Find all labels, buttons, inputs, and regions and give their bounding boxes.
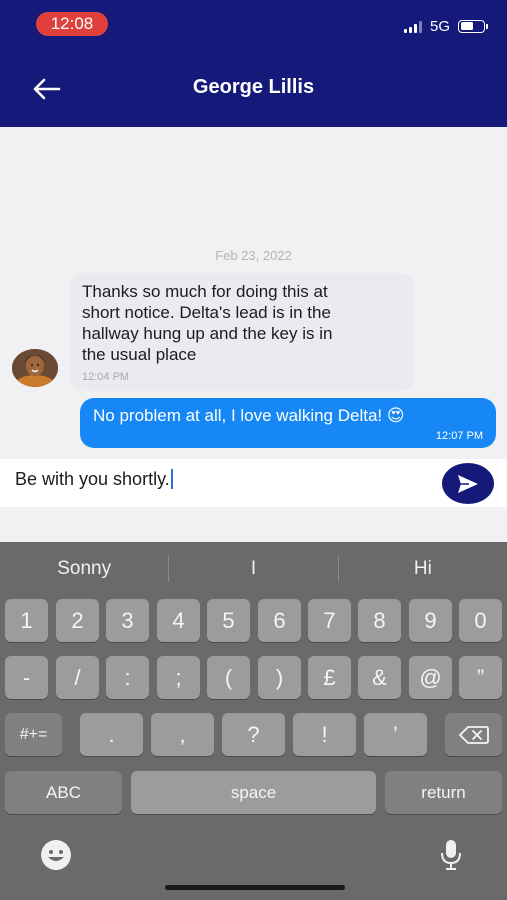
message-composer: Be with you shortly. (0, 459, 507, 507)
outgoing-message-time: 12:07 PM (435, 430, 483, 442)
network-type: 5G (429, 17, 450, 35)
key-open-paren[interactable]: ( (207, 656, 250, 699)
text-caret (170, 469, 173, 489)
outgoing-message-text: No problem at all, I love walking Delta!… (93, 406, 405, 425)
key-1[interactable]: 1 (5, 599, 48, 642)
key-pound[interactable]: £ (308, 656, 351, 699)
avatar[interactable] (12, 349, 58, 387)
message-input[interactable]: Be with you shortly. (15, 469, 173, 490)
key-semicolon[interactable]: ; (157, 656, 200, 699)
abc-key[interactable]: ABC (5, 771, 122, 814)
key-quote[interactable]: ” (459, 656, 502, 699)
prediction-2[interactable]: I (169, 542, 337, 596)
key-at[interactable]: @ (409, 656, 452, 699)
key-4[interactable]: 4 (157, 599, 200, 642)
incoming-message[interactable]: Thanks so much for doing this at short n… (70, 273, 414, 391)
predictive-bar: Sonny I Hi (0, 542, 507, 596)
home-indicator[interactable] (165, 885, 345, 890)
prediction-1[interactable]: Sonny (0, 542, 168, 596)
battery-icon (458, 19, 488, 33)
on-screen-keyboard: Sonny I Hi 1 2 3 4 5 6 7 8 9 0 - / : ; (… (0, 542, 507, 900)
outgoing-message[interactable]: No problem at all, I love walking Delta!… (80, 398, 496, 448)
key-question[interactable]: ? (222, 713, 285, 756)
key-period[interactable]: . (80, 713, 143, 756)
key-8[interactable]: 8 (358, 599, 401, 642)
send-icon (458, 474, 478, 493)
key-ampersand[interactable]: & (358, 656, 401, 699)
dictation-button[interactable] (436, 838, 466, 872)
key-5[interactable]: 5 (207, 599, 250, 642)
key-symbols-shift[interactable]: #+= (5, 713, 62, 756)
key-colon[interactable]: : (106, 656, 149, 699)
key-close-paren[interactable]: ) (258, 656, 301, 699)
status-indicators: 5G (403, 17, 488, 35)
emoji-icon (41, 840, 71, 870)
key-hyphen[interactable]: - (5, 656, 48, 699)
return-key[interactable]: return (385, 771, 502, 814)
backspace-icon (458, 725, 489, 744)
incoming-message-time: 12:04 PM (82, 371, 130, 383)
key-0[interactable]: 0 (459, 599, 502, 642)
space-key[interactable]: space (131, 771, 376, 814)
key-9[interactable]: 9 (409, 599, 452, 642)
key-6[interactable]: 6 (258, 599, 301, 642)
delete-key[interactable] (445, 713, 502, 756)
key-comma[interactable]: , (151, 713, 214, 756)
app-header: 12:08 5G George Lillis (0, 0, 507, 127)
key-apostrophe[interactable]: ’ (364, 713, 427, 756)
emoji-button[interactable] (36, 838, 76, 872)
message-list[interactable]: Feb 23, 2022 Thanks so much for doing th… (0, 127, 507, 459)
conversation-title: George Lillis (192, 76, 315, 98)
incoming-message-text: Thanks so much for doing this at short n… (82, 282, 333, 364)
send-button[interactable] (442, 463, 494, 504)
key-7[interactable]: 7 (308, 599, 351, 642)
key-2[interactable]: 2 (56, 599, 99, 642)
microphone-icon (441, 840, 461, 870)
key-3[interactable]: 3 (106, 599, 149, 642)
prediction-3[interactable]: Hi (339, 542, 507, 596)
key-exclamation[interactable]: ! (293, 713, 356, 756)
status-time: 12:08 (36, 12, 108, 36)
cellular-signal-icon (403, 20, 422, 33)
key-slash[interactable]: / (56, 656, 99, 699)
date-separator: Feb 23, 2022 (215, 248, 292, 263)
